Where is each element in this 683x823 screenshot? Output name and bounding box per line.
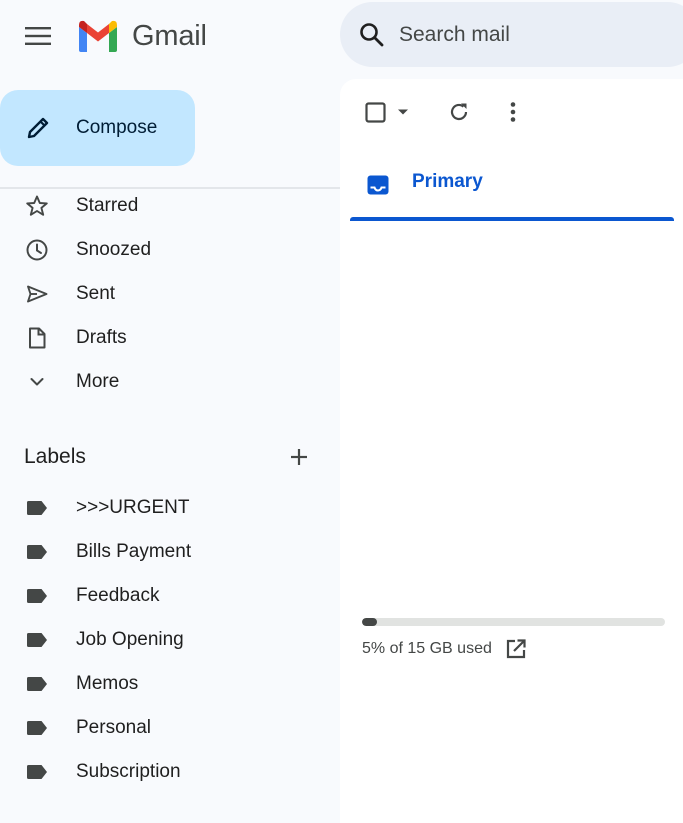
label-item[interactable]: Personal [0, 706, 340, 750]
label-item[interactable]: Job Opening [0, 618, 340, 662]
sidebar-item-snoozed[interactable]: Snoozed [0, 228, 340, 272]
storage-usage-bar [362, 618, 665, 626]
label-item-name: Memos [76, 673, 139, 694]
gmail-window: Gmail Compose Starred [0, 0, 683, 823]
main-panel: Primary 5% of 15 GB used [340, 79, 683, 823]
labels-list: >>>URGENT Bills Payment Feedback Job Ope… [0, 486, 340, 794]
label-tag-icon [24, 495, 50, 521]
storage-usage-fill [362, 618, 378, 626]
create-label-button[interactable] [284, 442, 314, 472]
search-input[interactable] [399, 22, 649, 47]
labels-title: Labels [24, 445, 86, 468]
gmail-m-logo [79, 20, 117, 52]
inbox-icon [367, 175, 389, 195]
label-item-name: Feedback [76, 585, 160, 606]
tab-selected-indicator [350, 217, 674, 221]
send-icon [24, 281, 50, 307]
label-tag-icon [24, 715, 50, 741]
select-checkbox-dropdown[interactable] [360, 97, 416, 127]
gmail-logo[interactable]: Gmail [76, 18, 207, 54]
label-item[interactable]: Feedback [0, 574, 340, 618]
compose-button[interactable]: Compose [0, 90, 195, 166]
manage-storage-link[interactable] [504, 637, 528, 661]
sidebar-nav: Starred Snoozed Sent Drafts More [0, 184, 340, 404]
sidebar-item-label: Snoozed [76, 239, 152, 260]
tab-label: Primary [412, 171, 483, 192]
label-item[interactable]: Subscription [0, 750, 340, 794]
app-name: Gmail [132, 19, 207, 52]
pencil-icon [24, 114, 52, 142]
label-item-name: >>>URGENT [76, 497, 190, 518]
clock-icon [24, 237, 50, 263]
label-tag-icon [24, 759, 50, 785]
label-item-name: Bills Payment [76, 541, 192, 562]
label-tag-icon [24, 583, 50, 609]
sidebar-item-label: Drafts [76, 327, 127, 348]
refresh-icon [450, 103, 468, 121]
sidebar-item-label: Sent [76, 283, 116, 304]
plus-icon [291, 449, 307, 465]
label-tag-icon [24, 671, 50, 697]
compose-label: Compose [76, 117, 158, 138]
storage-usage-text: 5% of 15 GB used [362, 640, 492, 657]
sidebar-item-starred[interactable]: Starred [0, 184, 340, 228]
label-tag-icon [24, 627, 50, 653]
search-bar[interactable] [340, 2, 683, 67]
search-icon[interactable] [357, 20, 387, 50]
sidebar-item-drafts[interactable]: Drafts [0, 316, 340, 360]
refresh-button[interactable] [444, 97, 474, 127]
labels-header: Labels [24, 440, 314, 474]
label-item-name: Job Opening [76, 629, 184, 650]
label-item[interactable]: Bills Payment [0, 530, 340, 574]
external-link-icon [506, 639, 526, 659]
sidebar-item-sent[interactable]: Sent [0, 272, 340, 316]
label-item[interactable]: Memos [0, 662, 340, 706]
label-tag-icon [24, 539, 50, 565]
more-options-button[interactable] [500, 97, 526, 127]
label-item-name: Personal [76, 717, 151, 738]
chevron-down-icon [24, 369, 50, 395]
draft-file-icon [24, 325, 50, 351]
sidebar-item-label: Starred [76, 195, 139, 216]
sidebar-item-label: More [76, 371, 120, 392]
hamburger-menu-icon [25, 27, 51, 45]
main-menu-button[interactable] [16, 16, 60, 56]
more-vertical-icon [510, 102, 516, 122]
checkbox-icon [365, 102, 408, 123]
star-icon [24, 193, 50, 219]
label-item-name: Subscription [76, 761, 181, 782]
label-item[interactable]: >>>URGENT [0, 486, 340, 530]
tab-primary[interactable]: Primary [350, 153, 674, 221]
sidebar-item-more[interactable]: More [0, 360, 340, 404]
